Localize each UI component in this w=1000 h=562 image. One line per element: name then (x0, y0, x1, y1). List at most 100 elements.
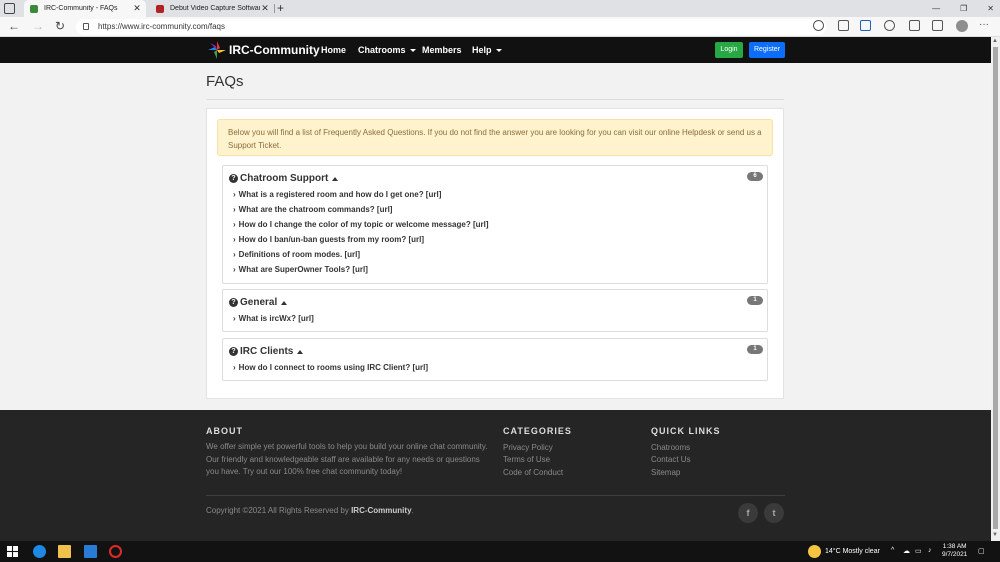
footer-categories-heading: CATEGORIES (503, 426, 572, 436)
nav-help[interactable]: Help (472, 45, 502, 55)
footer-link-terms[interactable]: Terms of Use (503, 455, 550, 464)
footer-link-chatrooms[interactable]: Chatrooms (651, 443, 690, 452)
faq-item[interactable]: › What are SuperOwner Tools? [url] (233, 265, 368, 274)
page-title: FAQs (206, 73, 244, 90)
logo-icon[interactable] (207, 40, 227, 60)
faq-item[interactable]: › How do I change the color of my topic o… (233, 220, 489, 229)
tab-irc-community-faqs[interactable]: IRC-Community - FAQs ✕ (24, 0, 146, 17)
site-footer: ABOUT We offer simple yet powerful tools… (0, 410, 991, 541)
close-icon[interactable]: ✕ (260, 3, 270, 14)
faq-item[interactable]: › How do I connect to rooms using IRC Cli… (233, 363, 428, 372)
footer-link-sitemap[interactable]: Sitemap (651, 468, 680, 477)
tab-actions-icon[interactable] (4, 3, 15, 14)
faq-item[interactable]: › What are the chatroom commands? [url] (233, 205, 392, 214)
faq-section-chatroom-support: ? Chatroom Support 6 › What is a register… (222, 165, 768, 284)
network-icon[interactable]: ▭ (915, 547, 922, 555)
shield-icon[interactable] (860, 20, 871, 31)
refresh-icon[interactable]: ↻ (55, 19, 65, 33)
register-button[interactable]: Register (749, 42, 785, 58)
faq-item-label: What are SuperOwner Tools? [url] (238, 265, 368, 274)
chevron-up-icon[interactable]: ^ (891, 547, 894, 554)
footer-quicklinks-heading: QUICK LINKS (651, 426, 721, 436)
tracking-icon[interactable] (813, 20, 824, 31)
faq-item[interactable]: › What is ircWx? [url] (233, 314, 314, 323)
cloud-icon[interactable]: ☁ (903, 547, 910, 555)
scrollbar[interactable]: ▲ ▼ (991, 37, 1000, 541)
faq-item-label: How do I change the color of my topic or… (238, 220, 489, 229)
footer-link-conduct[interactable]: Code of Conduct (503, 468, 563, 477)
forward-icon[interactable]: → (32, 19, 44, 33)
faq-item-label: What is ircWx? [url] (238, 314, 314, 323)
faq-item[interactable]: › Definitions of room modes. [url] (233, 250, 360, 259)
url-text: https://www.irc-community.com/faqs (98, 22, 225, 31)
profile-avatar[interactable] (956, 20, 968, 32)
back-icon[interactable]: ← (8, 19, 20, 33)
faq-item-label: What are the chatroom commands? [url] (238, 205, 393, 214)
weather-text[interactable]: 14°C Mostly clear (825, 548, 880, 555)
chevron-right-icon: › (233, 250, 236, 259)
section-header[interactable]: ? General (229, 297, 288, 308)
browser-tab-bar: IRC-Community - FAQs ✕ Debut Video Captu… (0, 0, 1000, 17)
restore-icon[interactable]: ❐ (960, 0, 967, 17)
minimize-icon[interactable]: — (932, 0, 940, 17)
debut-favicon-icon (156, 4, 164, 13)
faq-item[interactable]: › How do I ban/un-ban guests from my room… (233, 235, 424, 244)
collections-icon[interactable] (932, 20, 943, 31)
tab-label: Debut Video Capture Software S (170, 5, 260, 12)
section-title: IRC Clients (240, 346, 294, 357)
edge-browser-icon[interactable] (33, 545, 46, 558)
clock[interactable]: 1:38 AM 9/7/2021 (942, 543, 967, 559)
volume-icon[interactable]: ♪ (928, 547, 932, 554)
scroll-down-icon[interactable]: ▼ (992, 532, 998, 538)
opera-browser-icon[interactable] (109, 545, 122, 558)
faq-item[interactable]: › What is a registered room and how do I … (233, 190, 441, 199)
divider (206, 99, 784, 100)
faq-item-label: How do I connect to rooms using IRC Clie… (238, 363, 428, 372)
scroll-up-icon[interactable]: ▲ (992, 38, 998, 44)
mail-icon[interactable] (84, 545, 97, 558)
close-icon[interactable]: ✕ (132, 3, 142, 14)
count-badge: 6 (747, 172, 763, 181)
new-tab-icon[interactable]: + (277, 0, 284, 17)
scroll-thumb[interactable] (993, 47, 998, 529)
chevron-right-icon: › (233, 190, 236, 199)
facebook-icon[interactable]: f (738, 503, 758, 523)
section-title: General (240, 297, 278, 308)
file-explorer-icon[interactable] (58, 545, 71, 558)
twitter-icon[interactable]: t (764, 503, 784, 523)
faq-item-label: How do I ban/un-ban guests from my room?… (238, 235, 425, 244)
login-button[interactable]: Login (715, 42, 743, 58)
sync-icon[interactable] (884, 20, 895, 31)
section-header[interactable]: ? Chatroom Support (229, 173, 339, 184)
irc-favicon-icon (30, 4, 38, 13)
chevron-right-icon: › (233, 235, 236, 244)
copyright-suffix: . (411, 506, 414, 515)
footer-link-contact[interactable]: Contact Us (651, 455, 691, 464)
tab-debut-video-capture[interactable]: Debut Video Capture Software S ✕ (150, 0, 274, 17)
chevron-right-icon: › (233, 265, 236, 274)
more-options-icon[interactable]: ··· (979, 19, 989, 30)
section-header[interactable]: ? IRC Clients (229, 346, 304, 357)
close-window-icon[interactable]: ✕ (987, 0, 994, 17)
brand-name[interactable]: IRC-Community (229, 43, 320, 57)
nav-chatrooms[interactable]: Chatrooms (358, 45, 416, 55)
notifications-icon[interactable]: ▢ (978, 547, 985, 555)
count-badge: 1 (747, 345, 763, 354)
clock-date: 9/7/2021 (942, 551, 968, 558)
windows-start-icon[interactable] (7, 546, 18, 557)
extension-icon[interactable] (838, 20, 849, 31)
window-controls: — ❐ ✕ (932, 0, 994, 17)
url-input[interactable]: https://www.irc-community.com/faqs (76, 19, 826, 35)
intro-alert: Below you will find a list of Frequently… (217, 119, 773, 156)
footer-link-privacy[interactable]: Privacy Policy (503, 443, 553, 452)
nav-home[interactable]: Home (321, 45, 346, 55)
favorites-icon[interactable] (909, 20, 920, 31)
nav-members[interactable]: Members (422, 45, 462, 55)
faq-section-general: ? General 1 › What is ircWx? [url] (222, 289, 768, 332)
faq-item-label: What is a registered room and how do I g… (238, 190, 442, 199)
nav-chatrooms-label: Chatrooms (358, 45, 406, 55)
copyright-brand[interactable]: IRC-Community (351, 506, 411, 515)
copyright: Copyright ©2021 All Rights Reserved by I… (206, 506, 414, 515)
chevron-down-icon (495, 49, 502, 53)
chevron-right-icon: › (233, 314, 236, 323)
